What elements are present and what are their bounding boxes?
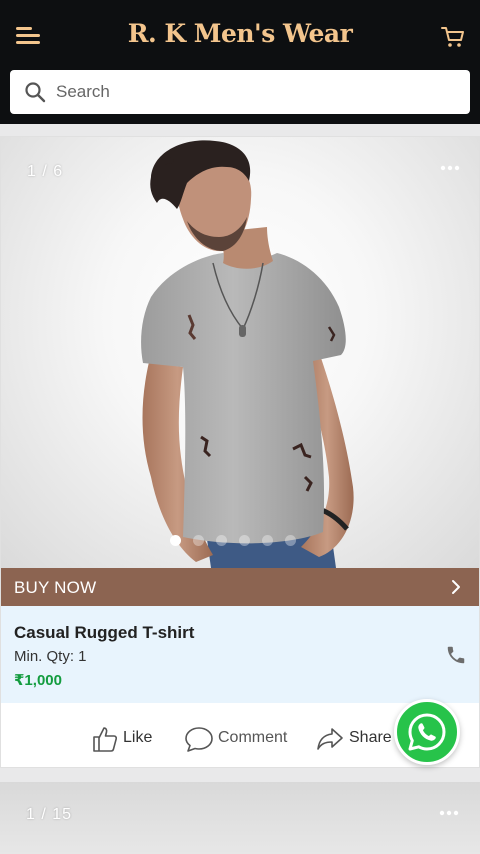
- chevron-right-icon: [452, 580, 460, 594]
- search-icon: [25, 82, 46, 103]
- whatsapp-icon: [408, 713, 446, 751]
- image-counter: 1 / 6: [27, 163, 64, 180]
- share-icon: [317, 728, 343, 750]
- search-input[interactable]: [56, 70, 456, 114]
- comment-label: Comment: [218, 729, 288, 746]
- carousel-indicator: [170, 535, 310, 547]
- carousel-dot[interactable]: [193, 535, 204, 546]
- comment-icon: [185, 727, 213, 752]
- carousel-dot[interactable]: [239, 535, 250, 546]
- app-header: R. K Men's Wear: [0, 0, 480, 124]
- image-counter: 1 / 15: [26, 806, 73, 823]
- product-info[interactable]: Casual Rugged T-shirt Min. Qty: 1 ₹1,000: [1, 606, 479, 703]
- product-name: Casual Rugged T-shirt: [14, 623, 195, 642]
- like-button[interactable]: Like: [91, 703, 161, 767]
- product-photo: [141, 140, 354, 568]
- share-label: Share: [349, 729, 392, 746]
- buy-now-button[interactable]: BUY NOW: [1, 568, 479, 606]
- carousel-dot[interactable]: [170, 535, 181, 546]
- carousel-dot[interactable]: [262, 535, 273, 546]
- phone-icon[interactable]: [445, 644, 467, 666]
- min-quantity: Min. Qty: 1: [14, 648, 87, 665]
- comment-button[interactable]: Comment: [184, 703, 294, 767]
- product-card[interactable]: 1 / 15: [0, 782, 480, 854]
- carousel-dot[interactable]: [285, 535, 296, 546]
- whatsapp-button[interactable]: [394, 699, 460, 765]
- product-price: ₹1,000: [14, 672, 62, 689]
- menu-icon[interactable]: [16, 24, 42, 48]
- cart-icon[interactable]: [440, 24, 466, 50]
- share-button[interactable]: Share: [315, 703, 395, 767]
- like-label: Like: [123, 729, 153, 746]
- carousel-dot[interactable]: [216, 535, 227, 546]
- store-title: R. K Men's Wear: [127, 19, 353, 48]
- buy-now-label: BUY NOW: [14, 578, 97, 597]
- product-photo-carousel[interactable]: 1 / 6: [1, 137, 479, 568]
- product-card: 1 / 6 BUY NOW Casual Rugged T-shirt Min.…: [0, 136, 480, 768]
- more-icon[interactable]: [438, 808, 460, 818]
- thumbs-up-icon: [93, 727, 118, 752]
- search-bar[interactable]: [10, 70, 470, 114]
- more-icon[interactable]: [439, 163, 461, 173]
